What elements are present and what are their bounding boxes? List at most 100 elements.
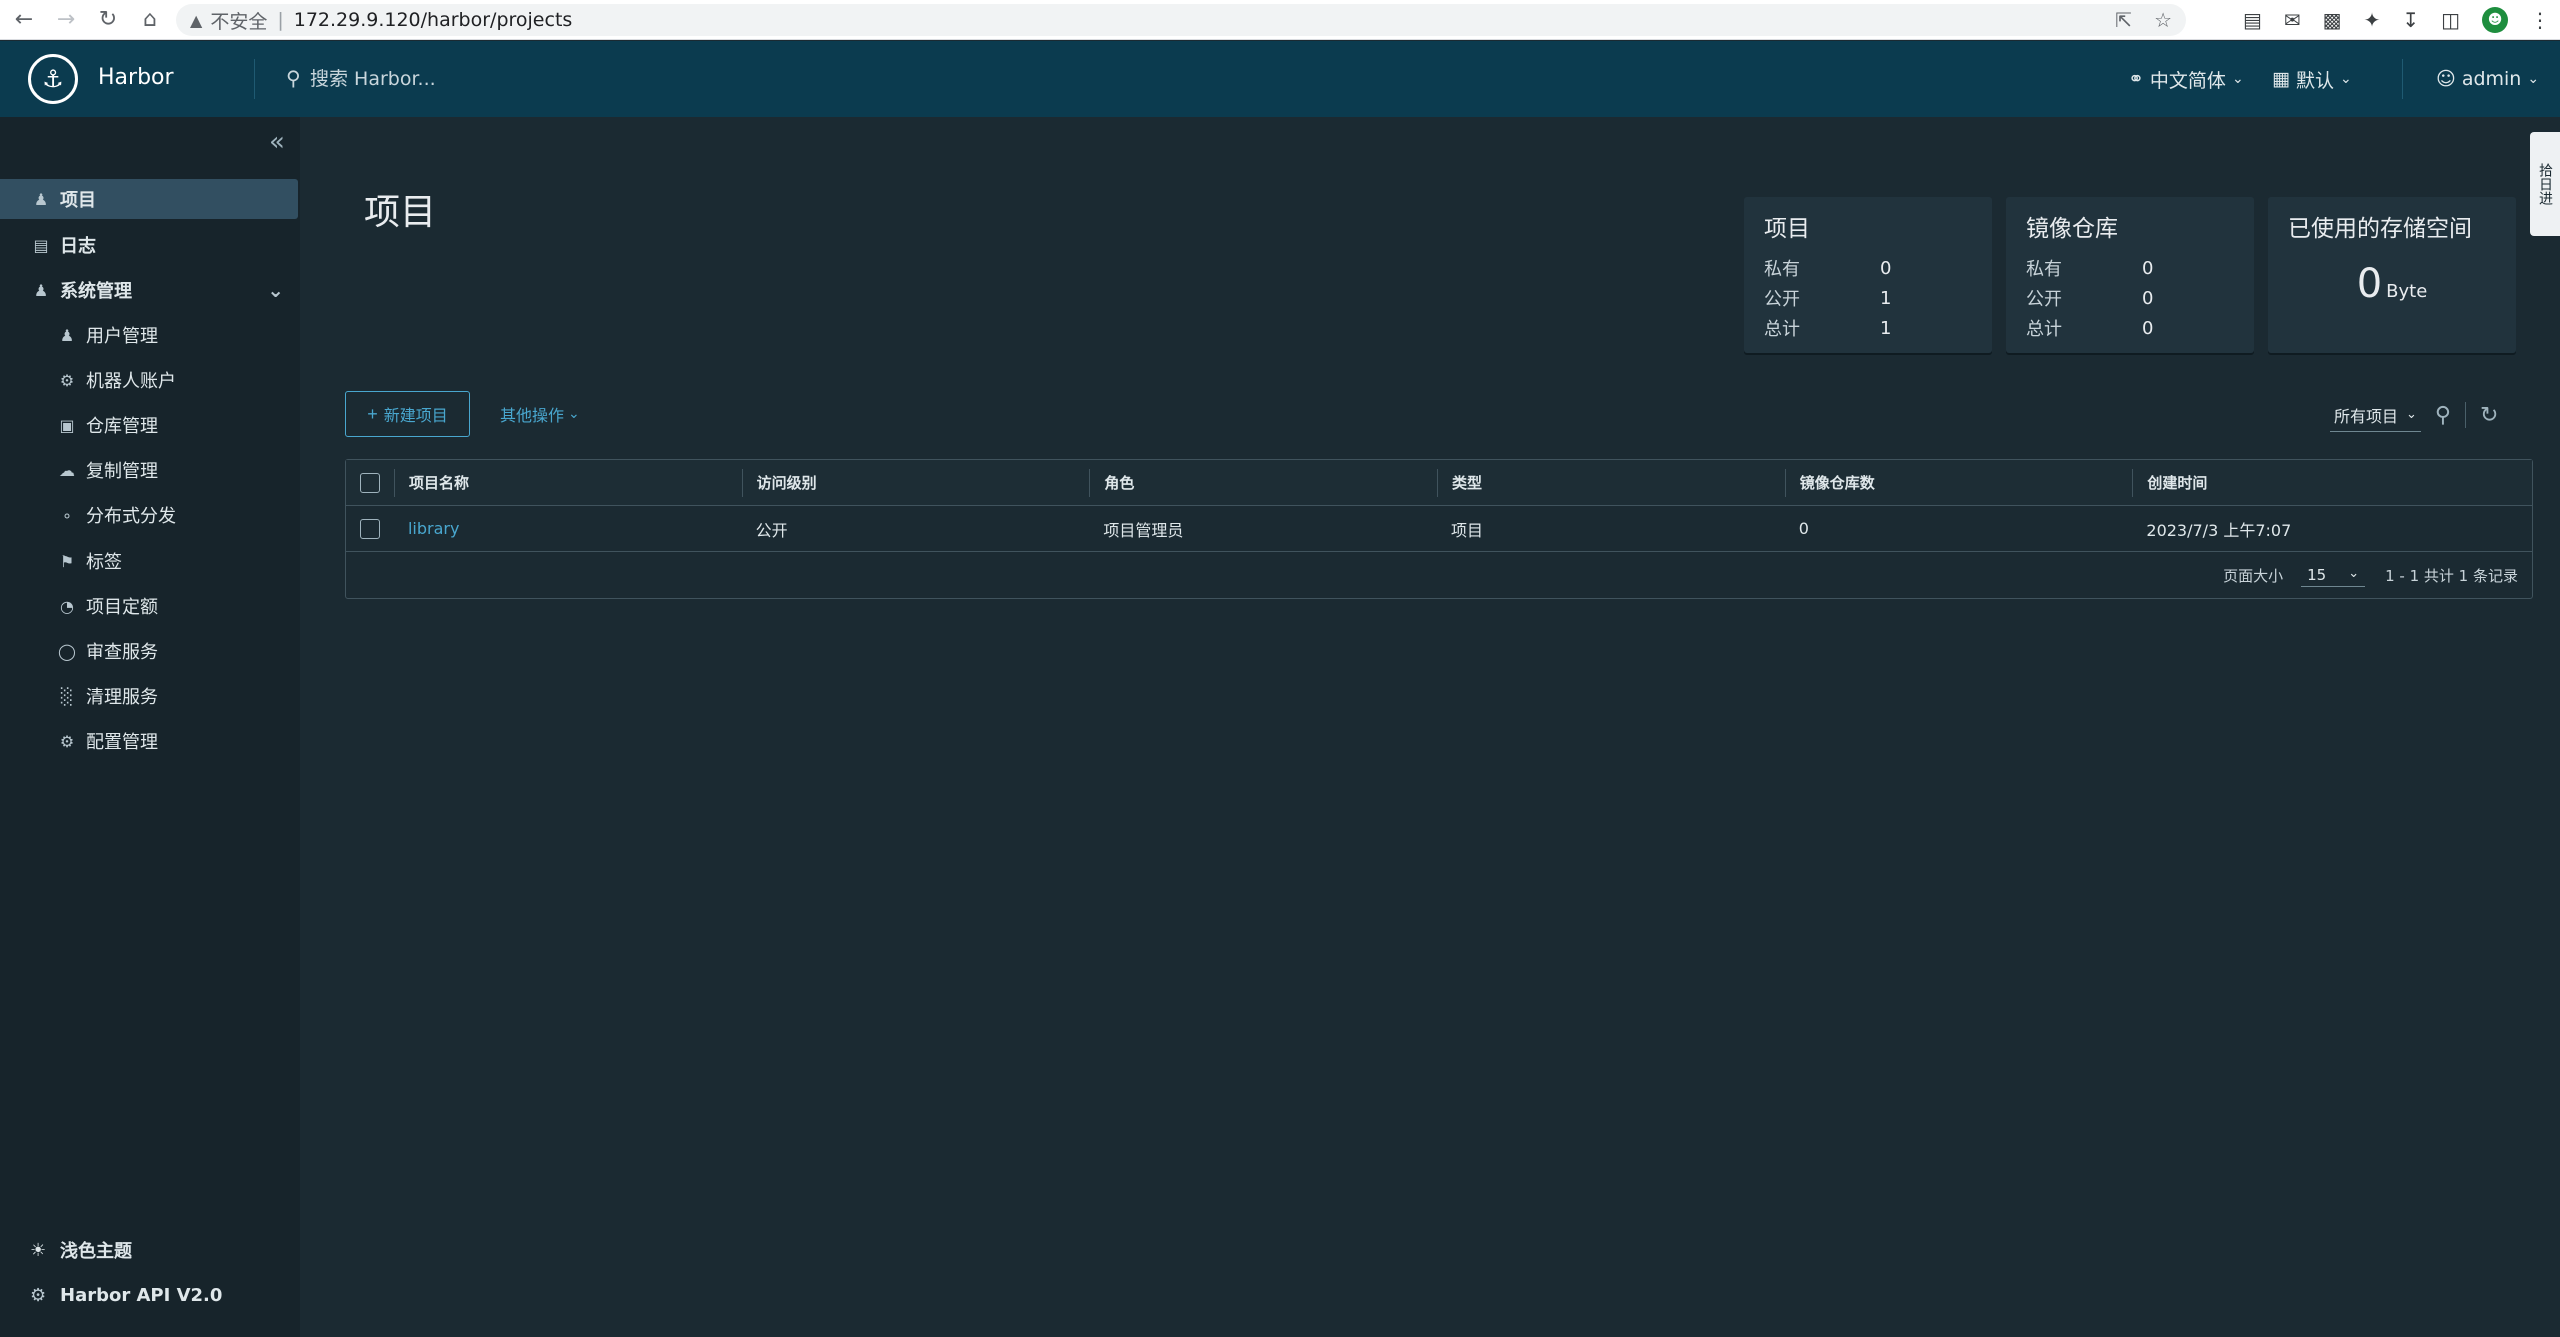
type: 项目 (1451, 520, 1484, 540)
trash-icon: ░ (60, 686, 74, 706)
sidebar-item-registries[interactable]: ▣ 仓库管理 (0, 405, 300, 445)
browser-toolbar: ← → ↻ ⌂ ▲ 不安全 | 172.29.9.120/harbor/proj… (0, 0, 2560, 40)
search-icon: ⚲ (286, 66, 301, 90)
insecure-label: 不安全 (210, 10, 268, 33)
search-icon[interactable]: ⚲ (2435, 403, 2451, 428)
globe-icon: ⚭ (2128, 68, 2144, 90)
theme-toggle[interactable]: ☀ 浅色主题 (0, 1230, 300, 1270)
box-icon: ▣ (59, 415, 75, 435)
role: 项目管理员 (1103, 520, 1184, 540)
share-nodes-icon: ∘ (61, 505, 72, 525)
api-link[interactable]: ⚙ Harbor API V2.0 (0, 1275, 300, 1315)
sidebar-item-administration[interactable]: ♟ 系统管理 ⌄ (0, 270, 300, 310)
refresh-icon[interactable]: ↻ (2480, 403, 2498, 428)
gear-icon: ⚙ (59, 731, 75, 751)
main-content: 项目 项目 私有 0 公开 1 总计 1 镜像仓库 私有 0 公开 0 总计 0 已使用的存… (300, 117, 2533, 1337)
home-icon[interactable]: ⌂ (132, 2, 168, 38)
pagination-info: 1 - 1 共计 1 条记录 (2385, 566, 2518, 585)
sidebar-item-quotas[interactable]: ◔ 项目定额 (0, 586, 300, 626)
projects-table: 项目名称 访问级别 角色 类型 镜像仓库数 创建时间 library 公开 项目… (345, 459, 2533, 599)
sidebar-item-users[interactable]: ♟ 用户管理 (0, 315, 300, 355)
datetime-format-selector[interactable]: ▦ 默认 ⌄ (2272, 63, 2352, 95)
row-checkbox[interactable] (359, 518, 380, 539)
creation-time: 2023/7/3 上午7:07 (2146, 520, 2292, 540)
calendar-icon: ▦ (2272, 68, 2290, 90)
page-title: 项目 (364, 192, 437, 233)
table-row: library 公开 项目管理员 项目 0 2023/7/3 上午7:07 (346, 506, 2532, 552)
column-header[interactable]: 项目名称 (393, 468, 742, 497)
bookmark-star-icon[interactable]: ☆ (2154, 8, 2172, 32)
sidebar-item-distributions[interactable]: ∘ 分布式分发 (0, 495, 300, 535)
user-menu[interactable]: ☺ admin ⌄ (2436, 63, 2539, 95)
address-bar[interactable]: ▲ 不安全 | 172.29.9.120/harbor/projects ⇱ ☆ (176, 4, 2186, 36)
app-header: ⚓ Harbor ⚲ ⚭ 中文简体 ⌄ ▦ 默认 ⌄ ☺ admin ⌄ (0, 41, 2560, 117)
share-icon[interactable]: ⇱ (2115, 8, 2132, 32)
sidebar-item-robot-accounts[interactable]: ⚙ 机器人账户 (0, 360, 300, 400)
table-header: 项目名称 访问级别 角色 类型 镜像仓库数 创建时间 (346, 460, 2532, 506)
download-icon[interactable]: ↧ (2402, 8, 2419, 32)
sidebar-item-logs[interactable]: ▤ 日志 (0, 225, 300, 265)
extension-calendar-icon[interactable]: ▤ (2243, 8, 2262, 32)
browser-menu-icon[interactable]: ⋮ (2530, 8, 2550, 32)
quota-icon: ◔ (60, 596, 74, 616)
side-feedback-tab[interactable]: 拾日进 (2530, 132, 2560, 236)
profile-avatar[interactable]: ☻ (2482, 7, 2508, 33)
storage-stat-card: 已使用的存储空间 0 Byte (2268, 197, 2516, 353)
sidebar-item-replications[interactable]: ☁ 复制管理 (0, 450, 300, 490)
column-header[interactable]: 镜像仓库数 (1784, 468, 2133, 497)
forward-arrow-icon[interactable]: → (48, 2, 84, 38)
cloud-icon: ☁ (59, 460, 75, 480)
logs-icon: ▤ (33, 235, 49, 255)
chevron-down-icon: ⌄ (2406, 407, 2417, 422)
side-panel-icon[interactable]: ◫ (2441, 8, 2460, 32)
new-project-button[interactable]: + 新建项目 (345, 391, 470, 437)
shield-icon: ◯ (58, 641, 76, 661)
sun-icon: ☀ (30, 1239, 47, 1261)
plus-icon: + (367, 403, 378, 424)
brand-name[interactable]: Harbor (98, 65, 174, 90)
sidebar-item-projects[interactable]: ♟ 项目 (0, 179, 298, 219)
sidebar-item-clean-up[interactable]: ░ 清理服务 (0, 676, 300, 716)
harbor-logo-icon[interactable]: ⚓ (28, 54, 78, 104)
sidebar: « ♟ 项目 ▤ 日志 ♟ 系统管理 ⌄ ♟ 用户管理 ⚙ 机器人账户 ▣ 仓库… (0, 117, 300, 1337)
language-selector[interactable]: ⚭ 中文简体 ⌄ (2128, 63, 2244, 95)
page-size-select[interactable]: 15 ⌄ (2301, 564, 2366, 587)
chevron-down-icon: ⌄ (2348, 565, 2360, 581)
tag-icon: ⚑ (59, 551, 75, 571)
warning-icon: ▲ (190, 10, 203, 30)
select-all-checkbox[interactable] (359, 472, 380, 493)
users-icon: ♟ (59, 325, 75, 345)
search-input[interactable] (310, 63, 810, 95)
project-name-link[interactable]: library (408, 519, 459, 538)
collapse-sidebar-icon[interactable]: « (262, 127, 292, 157)
reload-icon[interactable]: ↻ (90, 2, 126, 38)
column-header[interactable]: 角色 (1089, 468, 1437, 497)
sidebar-item-labels[interactable]: ⚑ 标签 (0, 541, 300, 581)
sidebar-item-interrogation-services[interactable]: ◯ 审查服务 (0, 631, 300, 671)
chevron-down-icon: ⌄ (267, 278, 284, 302)
projects-icon: ♟ (33, 189, 49, 209)
access-level: 公开 (755, 520, 788, 540)
back-arrow-icon[interactable]: ← (6, 2, 42, 38)
column-header[interactable]: 创建时间 (2132, 468, 2532, 497)
sidebar-item-configuration[interactable]: ⚙ 配置管理 (0, 721, 300, 761)
extensions-puzzle-icon[interactable]: ✦ (2364, 8, 2381, 32)
repo-count: 0 (1798, 519, 1809, 538)
chevron-down-icon: ⌄ (2527, 71, 2540, 87)
project-filter-select[interactable]: 所有项目 ⌄ (2330, 399, 2421, 432)
user-icon: ☺ (2436, 68, 2456, 90)
robot-icon: ⚙ (59, 370, 75, 390)
admin-icon: ♟ (33, 280, 49, 300)
url-text[interactable]: 172.29.9.120/harbor/projects (294, 9, 573, 31)
table-footer: 页面大小 15 ⌄ 1 - 1 共计 1 条记录 (2223, 564, 2518, 587)
repos-stat-card: 镜像仓库 私有 0 公开 0 总计 0 (2006, 197, 2254, 353)
projects-stat-card: 项目 私有 0 公开 1 总计 1 (1744, 197, 1992, 353)
column-header[interactable]: 访问级别 (741, 468, 1090, 497)
chevron-down-icon: ⌄ (2231, 71, 2244, 87)
more-actions-button[interactable]: 其他操作 ⌄ (500, 391, 580, 437)
extension-chart-icon[interactable]: ▩ (2323, 8, 2342, 32)
column-header[interactable]: 类型 (1437, 468, 1785, 497)
filter-controls: 所有项目 ⌄ ⚲ ↻ (2330, 395, 2498, 435)
chevron-down-icon: ⌄ (2339, 71, 2352, 87)
extension-message-icon[interactable]: ✉ (2284, 8, 2301, 32)
